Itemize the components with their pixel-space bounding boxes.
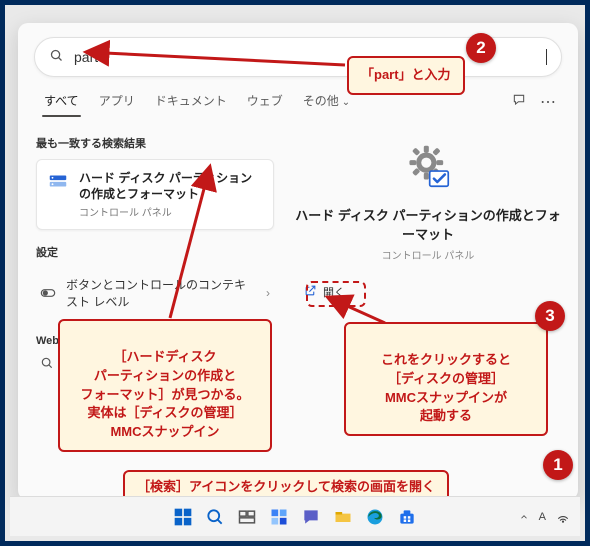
text-caret	[546, 49, 547, 65]
taskbar: A	[10, 496, 580, 536]
tab-web[interactable]: ウェブ	[237, 86, 293, 119]
badge-3: 3	[535, 301, 565, 331]
callout-best-match: ［ハードディスク パーティションの作成と フォーマット］が見つかる。 実体は［デ…	[58, 319, 272, 452]
taskbar-tray: A	[519, 510, 570, 524]
taskbar-search-button[interactable]	[202, 504, 228, 530]
badge-2: 2	[466, 33, 496, 63]
search-icon	[49, 48, 64, 66]
file-explorer-button[interactable]	[330, 504, 356, 530]
more-options-button[interactable]: ⋯	[534, 88, 562, 116]
toggle-icon	[40, 285, 56, 301]
widgets-button[interactable]	[266, 504, 292, 530]
tab-apps[interactable]: アプリ	[89, 86, 145, 119]
callout-type-part: 「part」と入力	[347, 56, 465, 95]
tray-overflow-button[interactable]	[519, 512, 529, 522]
open-label: 開く	[323, 284, 345, 300]
open-link[interactable]: 開く	[296, 280, 353, 304]
partition-icon	[47, 170, 69, 192]
settings-heading: 設定	[36, 244, 274, 260]
search-icon	[40, 356, 54, 373]
annotated-screenshot-frame: part すべて アプリ ドキュメント ウェブ その他⌄ ⋯ 最も一致する検索結…	[0, 0, 590, 546]
tab-documents[interactable]: ドキュメント	[145, 86, 237, 119]
hero-subtitle: コントロール パネル	[382, 247, 475, 262]
best-match-subtitle: コントロール パネル	[79, 204, 263, 219]
results-right-column: ハード ディスク パーティションの作成とフォーマット コントロール パネル 開く	[282, 125, 578, 500]
ime-indicator[interactable]: A	[539, 511, 546, 523]
tabs-row: すべて アプリ ドキュメント ウェブ その他⌄ ⋯	[18, 85, 578, 119]
taskbar-center	[170, 504, 420, 530]
settings-item[interactable]: ボタンとコントロールのコンテキスト レベル ›	[36, 268, 274, 318]
task-view-button[interactable]	[234, 504, 260, 530]
callout-open-click: これをクリックすると ［ディスクの管理］ MMCスナップインが 起動する	[344, 322, 548, 436]
start-button[interactable]	[170, 504, 196, 530]
chevron-down-icon: ⌄	[342, 97, 350, 108]
tab-all[interactable]: すべて	[34, 86, 89, 119]
hero-title: ハード ディスク パーティションの作成とフォーマット	[290, 205, 566, 243]
chevron-right-icon: ›	[266, 286, 270, 300]
settings-item-label: ボタンとコントロールのコンテキスト レベル	[66, 276, 256, 310]
network-volume-button[interactable]	[556, 510, 570, 524]
badge-1: 1	[543, 450, 573, 480]
best-match-heading: 最も一致する検索結果	[36, 135, 274, 151]
best-match-title: ハード ディスク パーティションの作成とフォーマット	[79, 170, 263, 202]
open-icon	[304, 284, 317, 300]
edge-button[interactable]	[362, 504, 388, 530]
gear-check-icon	[401, 139, 455, 193]
chat-button[interactable]	[298, 504, 324, 530]
best-match-item[interactable]: ハード ディスク パーティションの作成とフォーマット コントロール パネル	[36, 159, 274, 230]
feedback-button[interactable]	[506, 89, 532, 116]
store-button[interactable]	[394, 504, 420, 530]
result-hero: ハード ディスク パーティションの作成とフォーマット コントロール パネル 開く	[290, 131, 566, 304]
